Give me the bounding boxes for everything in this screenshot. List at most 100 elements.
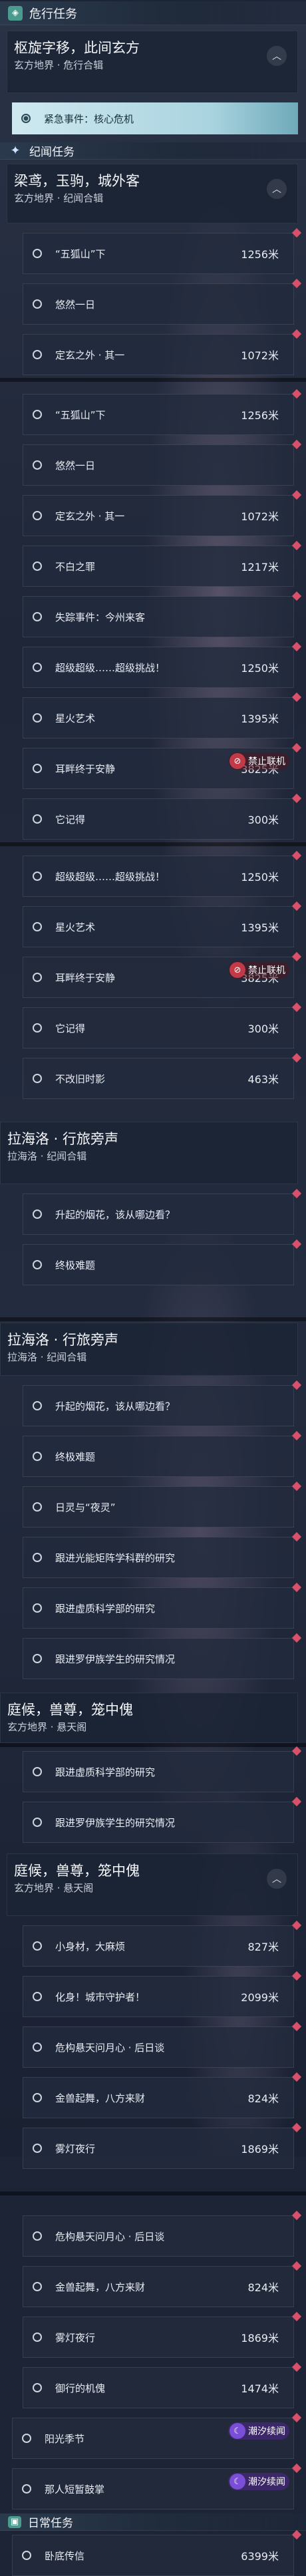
collection-subtitle: 玄方地界 · 悬天阁 <box>7 1721 87 1733</box>
radio-icon <box>33 350 42 359</box>
quest-item[interactable]: 金兽起舞，八方来财 824米 <box>23 2072 302 2118</box>
quest-collection-ji[interactable]: 梁鸢，玉驹，城外客 玄方地界 · 纪闻合辑 ︿ <box>7 164 298 224</box>
quest-label: 危构悬天问月心 · 后日谈 <box>55 2230 165 2243</box>
quest-item[interactable]: 那人短暂鼓掌 ☾ 潮汐续闻 <box>12 2463 302 2509</box>
section-header-danger[interactable]: ◈ 危行任务 <box>0 1 306 25</box>
quest-item[interactable]: “五狐山”下 1256米 <box>23 228 302 274</box>
quest-item[interactable]: 跟进光能矩阵学科群的研究 <box>23 1531 302 1578</box>
radio-icon <box>33 299 42 309</box>
radio-icon <box>22 2551 31 2560</box>
quest-item[interactable]: 化身！城市守护者！ 2099米 <box>23 1971 302 2017</box>
track-marker-icon <box>291 2021 302 2032</box>
section-header-ji[interactable]: ✦ 纪闻任务 <box>0 142 306 160</box>
quest-item[interactable]: 终极难题 <box>23 1239 302 1285</box>
quest-item-daily[interactable]: 卧底传信 6399米 <box>12 2529 302 2576</box>
quest-item[interactable]: 危构悬天问月心 · 后日谈 <box>23 2210 302 2257</box>
danger-quest-icon: ◈ <box>8 5 23 21</box>
quest-item[interactable]: 雾灯夜行 1869米 <box>23 2122 302 2169</box>
track-marker-icon <box>291 439 302 450</box>
radio-icon <box>33 1209 42 1219</box>
quest-distance: 1250米 <box>241 662 279 675</box>
quest-item[interactable]: 失踪事件：今州来客 <box>23 591 302 637</box>
quest-label: 紧急事件：核心危机 <box>44 112 134 125</box>
quest-label: 它记得 <box>55 1022 86 1035</box>
track-marker-icon <box>291 2362 302 2372</box>
quest-item[interactable]: 定玄之外 · 其一 1072米 <box>23 490 302 536</box>
quest-item[interactable]: 悠然一日 <box>23 439 302 486</box>
tide-story-badge: ☾ 潮汐续闻 <box>228 2473 289 2490</box>
quest-item-selected[interactable]: 紧急事件：核心危机 <box>12 102 298 134</box>
quest-distance: 300米 <box>247 1023 279 1035</box>
radio-icon <box>33 764 42 773</box>
quest-item[interactable]: 耳畔终于安静3825米⊘禁止联机 <box>23 742 302 789</box>
quest-item[interactable]: 升起的烟花，该从哪边看？ <box>23 1380 302 1426</box>
quest-item[interactable]: 小身材，大麻烦 827米 <box>23 1920 302 1967</box>
collection-subtitle: 玄方地界 · 悬天阁 <box>14 1882 94 1894</box>
collection-subtitle: 拉海洛 · 纪闻合辑 <box>7 1150 87 1162</box>
quest-item[interactable]: 升起的烟花，该从哪边看？ <box>23 1188 302 1235</box>
sparkle-icon: ✦ <box>10 144 21 158</box>
quest-item[interactable]: 它记得 300米 <box>23 1002 302 1048</box>
track-marker-icon <box>291 2463 302 2474</box>
track-marker-icon <box>291 1430 302 1441</box>
quest-item[interactable]: 超级超级……超级挑战！ 1250米 <box>23 850 302 897</box>
quest-collection-tinghou[interactable]: 庭候，兽尊，笼中傀 玄方地界 · 悬天阁 <box>0 1692 298 1743</box>
quest-item[interactable]: 星火艺术 1395米 <box>23 901 302 947</box>
quest-item[interactable]: 阳光季节 ☾ 潮汐续闻 <box>12 2412 302 2459</box>
tide-icon: ☾ <box>230 2423 245 2439</box>
quest-item[interactable]: 跟进罗伊族学生的研究情况 <box>23 1633 302 1679</box>
quest-label: 卧底传信 <box>45 2549 85 2562</box>
chevron-up-icon[interactable]: ︿ <box>267 46 287 66</box>
quest-group: 小身材，大麻烦 827米 化身！城市守护者！ 2099米 危构悬天问月心 · 后日谈 金兽… <box>0 1920 306 2169</box>
quest-item[interactable]: 跟进虚质科学部的研究 <box>23 1746 302 1792</box>
quest-label: 跟进光能矩阵学科群的研究 <box>55 1551 176 1564</box>
quest-label: 星火艺术 <box>55 921 96 933</box>
quest-item[interactable]: 终极难题 <box>23 1430 302 1477</box>
quest-item[interactable]: 星火艺术 1395米 <box>23 692 302 738</box>
quest-item[interactable]: 耳畔终于安静3825米⊘禁止联机 <box>23 951 302 998</box>
quest-collection-lahailuo[interactable]: 拉海洛 · 行旅旁声 拉海洛 · 纪闻合辑 <box>0 1323 298 1376</box>
chevron-up-icon[interactable]: ︿ <box>267 1869 287 1889</box>
quest-item[interactable]: 它记得 300米 <box>23 793 302 840</box>
radio-icon <box>33 460 42 470</box>
badge-label: 潮汐续闻 <box>248 2426 285 2437</box>
quest-distance: 1072米 <box>241 510 279 523</box>
quest-item[interactable]: 不白之罪 1217米 <box>23 540 302 587</box>
track-marker-icon <box>291 901 302 911</box>
quest-label: 终极难题 <box>55 1259 96 1271</box>
quest-item[interactable]: 金兽起舞，八方来财 824米 <box>23 2261 302 2307</box>
radio-icon <box>33 511 42 520</box>
quest-distance: 1217米 <box>241 561 279 573</box>
quest-label: 跟进虚质科学部的研究 <box>55 1602 156 1615</box>
quest-item[interactable]: 御行的机傀 1474米 <box>23 2362 302 2408</box>
quest-label: 日灵与“夜灵” <box>55 1501 116 1514</box>
track-marker-icon <box>291 1971 302 1981</box>
quest-item[interactable]: 雾灯夜行 1869米 <box>23 2311 302 2358</box>
quest-group: 阳光季节 ☾ 潮汐续闻 那人短暂鼓掌 ☾ 潮汐续闻 <box>0 2412 306 2509</box>
quest-collection-tinghou[interactable]: 庭候，兽尊，笼中傀 玄方地界 · 悬天阁 ︿ <box>7 1853 298 1916</box>
quest-item[interactable]: 超级超级……超级挑战！ 1250米 <box>23 641 302 688</box>
quest-item[interactable]: 不改旧时影 463米 <box>23 1052 302 1099</box>
chevron-up-icon[interactable]: ︿ <box>267 179 287 199</box>
quest-collection-lahailuo[interactable]: 拉海洛 · 行旅旁声 拉海洛 · 纪闻合辑 <box>0 1122 298 1184</box>
radio-icon <box>33 663 42 672</box>
quest-label: 超级超级……超级挑战！ <box>55 661 166 674</box>
section-header-daily[interactable]: ▣ 日常任务 <box>0 2513 306 2531</box>
collection-subtitle: 玄方地界 · 纪闻合辑 <box>14 192 104 204</box>
quest-label: 升起的烟花，该从哪边看？ <box>55 1400 176 1412</box>
quest-item[interactable]: 定玄之外 · 其一 1072米 <box>23 329 302 375</box>
quest-collection-danger[interactable]: 枢旋字移，此间玄方 玄方地界 · 危行合辑 ︿ <box>7 31 298 93</box>
quest-label: “五狐山”下 <box>55 408 106 421</box>
quest-item[interactable]: 跟进罗伊族学生的研究情况 <box>23 1796 302 1843</box>
collection-title: 梁鸢，玉驹，城外客 <box>14 173 140 189</box>
quest-distance: 1072米 <box>241 349 279 362</box>
quest-item[interactable]: 悠然一日 <box>23 278 302 325</box>
no-coop-badge: ⊘ 禁止联机 <box>228 961 289 979</box>
quest-item[interactable]: 日灵与“夜灵” <box>23 1481 302 1528</box>
radio-icon <box>33 1603 42 1613</box>
radio-icon <box>33 1260 42 1269</box>
tide-story-badge: ☾ 潮汐续闻 <box>228 2422 289 2440</box>
quest-item[interactable]: 危构悬天问月心 · 后日谈 <box>23 2021 302 2068</box>
quest-item[interactable]: 跟进虚质科学部的研究 <box>23 1582 302 1629</box>
quest-item[interactable]: “五狐山”下 1256米 <box>23 389 302 435</box>
